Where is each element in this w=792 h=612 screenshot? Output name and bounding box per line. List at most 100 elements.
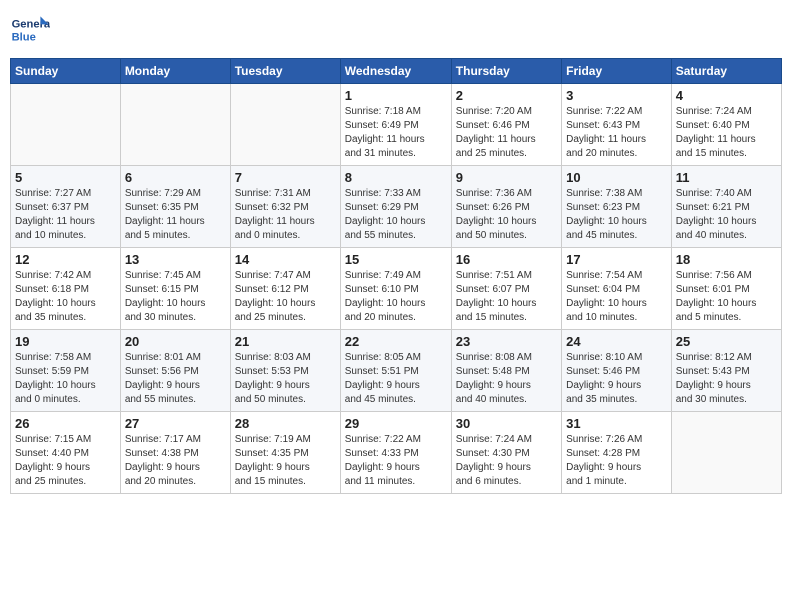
- day-info: Sunrise: 7:36 AM Sunset: 6:26 PM Dayligh…: [456, 187, 557, 243]
- day-info: Sunrise: 7:22 AM Sunset: 4:33 PM Dayligh…: [345, 433, 447, 489]
- calendar-cell: 14 Sunrise: 7:47 AM Sunset: 6:12 PM Dayli…: [230, 248, 340, 330]
- calendar-cell: [230, 84, 340, 166]
- day-info: Sunrise: 7:56 AM Sunset: 6:01 PM Dayligh…: [676, 269, 777, 325]
- calendar-table: SundayMondayTuesdayWednesdayThursdayFrid…: [10, 58, 782, 494]
- weekday-header-sunday: Sunday: [11, 59, 121, 84]
- day-info: Sunrise: 7:18 AM Sunset: 6:49 PM Dayligh…: [345, 105, 447, 161]
- day-number: 25: [676, 334, 777, 349]
- calendar-cell: 29 Sunrise: 7:22 AM Sunset: 4:33 PM Dayli…: [340, 412, 451, 494]
- day-info: Sunrise: 7:15 AM Sunset: 4:40 PM Dayligh…: [15, 433, 116, 489]
- day-number: 6: [125, 170, 226, 185]
- calendar-cell: 25 Sunrise: 8:12 AM Sunset: 5:43 PM Dayli…: [671, 330, 781, 412]
- calendar-cell: 10 Sunrise: 7:38 AM Sunset: 6:23 PM Dayli…: [562, 166, 672, 248]
- day-number: 17: [566, 252, 667, 267]
- svg-text:Blue: Blue: [12, 31, 36, 43]
- day-number: 12: [15, 252, 116, 267]
- calendar-cell: 19 Sunrise: 7:58 AM Sunset: 5:59 PM Dayli…: [11, 330, 121, 412]
- calendar-cell: [120, 84, 230, 166]
- calendar-cell: 7 Sunrise: 7:31 AM Sunset: 6:32 PM Daylig…: [230, 166, 340, 248]
- day-info: Sunrise: 7:27 AM Sunset: 6:37 PM Dayligh…: [15, 187, 116, 243]
- calendar-cell: 3 Sunrise: 7:22 AM Sunset: 6:43 PM Daylig…: [562, 84, 672, 166]
- day-info: Sunrise: 7:26 AM Sunset: 4:28 PM Dayligh…: [566, 433, 667, 489]
- calendar-cell: 12 Sunrise: 7:42 AM Sunset: 6:18 PM Dayli…: [11, 248, 121, 330]
- weekday-header-tuesday: Tuesday: [230, 59, 340, 84]
- calendar-cell: [11, 84, 121, 166]
- calendar-cell: 1 Sunrise: 7:18 AM Sunset: 6:49 PM Daylig…: [340, 84, 451, 166]
- day-number: 13: [125, 252, 226, 267]
- calendar-cell: 6 Sunrise: 7:29 AM Sunset: 6:35 PM Daylig…: [120, 166, 230, 248]
- weekday-header-wednesday: Wednesday: [340, 59, 451, 84]
- day-info: Sunrise: 7:42 AM Sunset: 6:18 PM Dayligh…: [15, 269, 116, 325]
- weekday-header-friday: Friday: [562, 59, 672, 84]
- calendar-cell: 26Sunrise: 7:15 AM Sunset: 4:40 PM Dayli…: [11, 412, 121, 494]
- day-info: Sunrise: 7:40 AM Sunset: 6:21 PM Dayligh…: [676, 187, 777, 243]
- day-info: Sunrise: 8:01 AM Sunset: 5:56 PM Dayligh…: [125, 351, 226, 407]
- calendar-cell: 8 Sunrise: 7:33 AM Sunset: 6:29 PM Daylig…: [340, 166, 451, 248]
- calendar-cell: 9 Sunrise: 7:36 AM Sunset: 6:26 PM Daylig…: [451, 166, 561, 248]
- day-info: Sunrise: 8:10 AM Sunset: 5:46 PM Dayligh…: [566, 351, 667, 407]
- day-number: 30: [456, 416, 557, 431]
- day-number: 18: [676, 252, 777, 267]
- day-number: 28: [235, 416, 336, 431]
- day-info: Sunrise: 7:22 AM Sunset: 6:43 PM Dayligh…: [566, 105, 667, 161]
- calendar-cell: [671, 412, 781, 494]
- day-info: Sunrise: 8:03 AM Sunset: 5:53 PM Dayligh…: [235, 351, 336, 407]
- day-info: Sunrise: 7:33 AM Sunset: 6:29 PM Dayligh…: [345, 187, 447, 243]
- weekday-header-monday: Monday: [120, 59, 230, 84]
- calendar-cell: 31 Sunrise: 7:26 AM Sunset: 4:28 PM Dayli…: [562, 412, 672, 494]
- calendar-cell: 21 Sunrise: 8:03 AM Sunset: 5:53 PM Dayli…: [230, 330, 340, 412]
- day-number: 31: [566, 416, 667, 431]
- day-number: 19: [15, 334, 116, 349]
- day-info: Sunrise: 7:58 AM Sunset: 5:59 PM Dayligh…: [15, 351, 116, 407]
- day-number: 29: [345, 416, 447, 431]
- day-info: Sunrise: 7:49 AM Sunset: 6:10 PM Dayligh…: [345, 269, 447, 325]
- day-number: 10: [566, 170, 667, 185]
- day-number: 22: [345, 334, 447, 349]
- day-number: 1: [345, 88, 447, 103]
- day-number: 14: [235, 252, 336, 267]
- day-info: Sunrise: 7:24 AM Sunset: 4:30 PM Dayligh…: [456, 433, 557, 489]
- day-number: 4: [676, 88, 777, 103]
- calendar-cell: 22 Sunrise: 8:05 AM Sunset: 5:51 PM Dayli…: [340, 330, 451, 412]
- calendar-cell: 11 Sunrise: 7:40 AM Sunset: 6:21 PM Dayli…: [671, 166, 781, 248]
- day-number: 11: [676, 170, 777, 185]
- day-info: Sunrise: 7:20 AM Sunset: 6:46 PM Dayligh…: [456, 105, 557, 161]
- day-number: 23: [456, 334, 557, 349]
- day-number: 21: [235, 334, 336, 349]
- day-info: Sunrise: 7:17 AM Sunset: 4:38 PM Dayligh…: [125, 433, 226, 489]
- calendar-cell: 24 Sunrise: 8:10 AM Sunset: 5:46 PM Dayli…: [562, 330, 672, 412]
- calendar-cell: 4 Sunrise: 7:24 AM Sunset: 6:40 PM Daylig…: [671, 84, 781, 166]
- day-info: Sunrise: 7:54 AM Sunset: 6:04 PM Dayligh…: [566, 269, 667, 325]
- day-number: 24: [566, 334, 667, 349]
- day-number: 16: [456, 252, 557, 267]
- day-number: 27: [125, 416, 226, 431]
- day-info: Sunrise: 7:29 AM Sunset: 6:35 PM Dayligh…: [125, 187, 226, 243]
- day-info: Sunrise: 8:08 AM Sunset: 5:48 PM Dayligh…: [456, 351, 557, 407]
- day-number: 3: [566, 88, 667, 103]
- day-info: Sunrise: 7:31 AM Sunset: 6:32 PM Dayligh…: [235, 187, 336, 243]
- calendar-cell: 15Sunrise: 7:49 AM Sunset: 6:10 PM Dayli…: [340, 248, 451, 330]
- day-number: 9: [456, 170, 557, 185]
- page-header: General Blue: [10, 10, 782, 50]
- day-info: Sunrise: 8:12 AM Sunset: 5:43 PM Dayligh…: [676, 351, 777, 407]
- day-number: 2: [456, 88, 557, 103]
- calendar-cell: 23 Sunrise: 8:08 AM Sunset: 5:48 PM Dayli…: [451, 330, 561, 412]
- calendar-cell: 17 Sunrise: 7:54 AM Sunset: 6:04 PM Dayli…: [562, 248, 672, 330]
- day-number: 7: [235, 170, 336, 185]
- day-info: Sunrise: 7:38 AM Sunset: 6:23 PM Dayligh…: [566, 187, 667, 243]
- day-number: 20: [125, 334, 226, 349]
- calendar-cell: 13 Sunrise: 7:45 AM Sunset: 6:15 PM Dayli…: [120, 248, 230, 330]
- calendar-cell: 27 Sunrise: 7:17 AM Sunset: 4:38 PM Dayli…: [120, 412, 230, 494]
- calendar-cell: 5Sunrise: 7:27 AM Sunset: 6:37 PM Daylig…: [11, 166, 121, 248]
- logo: General Blue: [10, 10, 54, 50]
- day-info: Sunrise: 7:47 AM Sunset: 6:12 PM Dayligh…: [235, 269, 336, 325]
- day-info: Sunrise: 8:05 AM Sunset: 5:51 PM Dayligh…: [345, 351, 447, 407]
- day-number: 8: [345, 170, 447, 185]
- calendar-cell: 16Sunrise: 7:51 AM Sunset: 6:07 PM Dayli…: [451, 248, 561, 330]
- day-info: Sunrise: 7:19 AM Sunset: 4:35 PM Dayligh…: [235, 433, 336, 489]
- calendar-cell: 20 Sunrise: 8:01 AM Sunset: 5:56 PM Dayli…: [120, 330, 230, 412]
- day-info: Sunrise: 7:45 AM Sunset: 6:15 PM Dayligh…: [125, 269, 226, 325]
- day-info: Sunrise: 7:24 AM Sunset: 6:40 PM Dayligh…: [676, 105, 777, 161]
- weekday-header-saturday: Saturday: [671, 59, 781, 84]
- calendar-cell: 18 Sunrise: 7:56 AM Sunset: 6:01 PM Dayli…: [671, 248, 781, 330]
